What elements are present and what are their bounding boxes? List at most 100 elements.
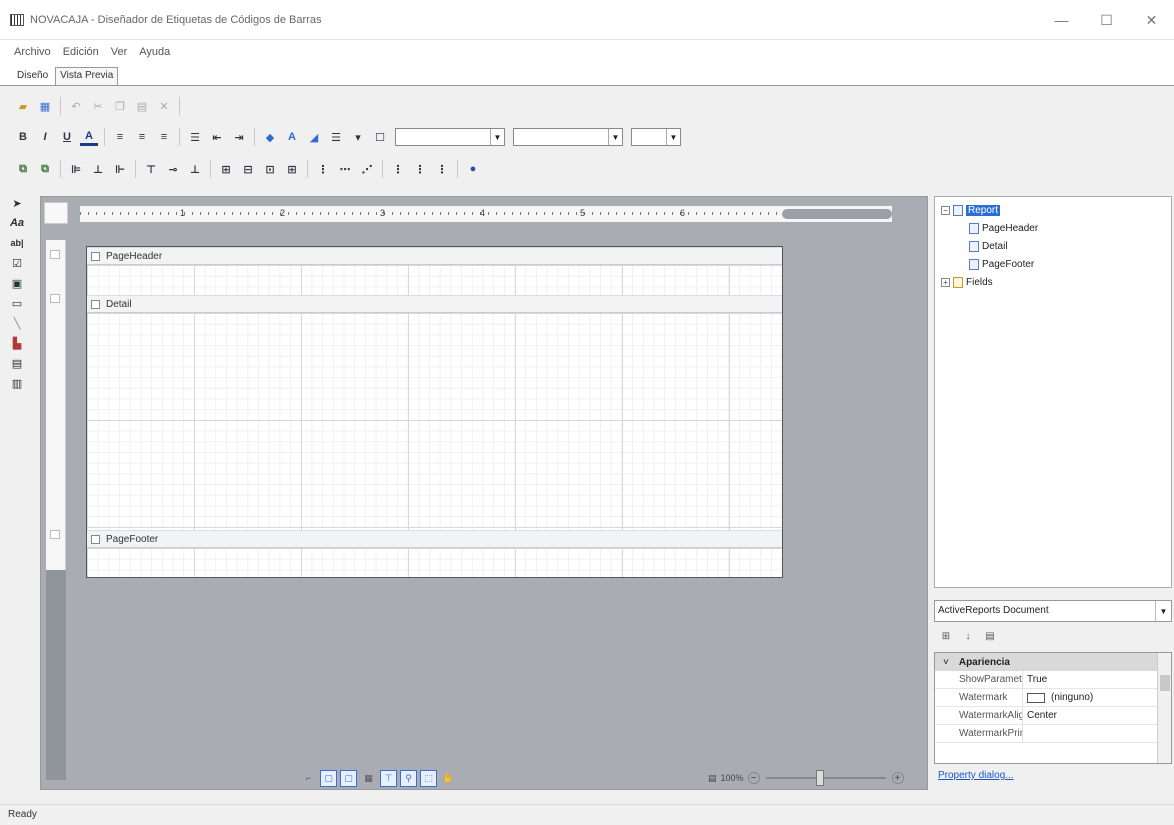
- property-scrollbar[interactable]: [1157, 653, 1171, 763]
- minimize-button[interactable]: —: [1039, 0, 1084, 40]
- tree-node-detail[interactable]: Detail: [969, 241, 1008, 252]
- maximize-button[interactable]: ☐: [1084, 0, 1129, 40]
- cut-icon[interactable]: ✂: [89, 97, 107, 115]
- property-row[interactable]: Watermark (ninguno): [935, 689, 1171, 707]
- chevron-down-icon[interactable]: ▼: [608, 129, 622, 145]
- property-dialog-link[interactable]: Property dialog...: [938, 770, 1014, 781]
- same-height-icon[interactable]: ⊟: [239, 160, 257, 178]
- save-icon[interactable]: ▦: [36, 97, 54, 115]
- scrollbar-thumb[interactable]: [1160, 675, 1170, 691]
- line-tool-icon[interactable]: ╲: [8, 314, 26, 332]
- paste-icon[interactable]: ▤: [133, 97, 151, 115]
- align-right-icon[interactable]: ≡: [155, 128, 173, 146]
- expand-icon[interactable]: +: [941, 278, 950, 287]
- ruler-guide-icon[interactable]: ⊤: [380, 769, 397, 787]
- chart-tool-icon[interactable]: ▙: [8, 334, 26, 352]
- h-spacing-equal-icon[interactable]: ⋮: [314, 160, 332, 178]
- align-centers-icon[interactable]: ⊥: [89, 160, 107, 178]
- align-center-icon[interactable]: ≡: [133, 128, 151, 146]
- collapse-box-icon[interactable]: [91, 251, 100, 261]
- property-value[interactable]: Center: [1023, 707, 1171, 724]
- lock-icon[interactable]: ●: [464, 160, 482, 178]
- delete-icon[interactable]: ✕: [155, 97, 173, 115]
- undo-icon[interactable]: ↶: [67, 97, 85, 115]
- same-size-icon[interactable]: ⊡: [261, 160, 279, 178]
- detail-area[interactable]: [87, 313, 782, 530]
- tab-preview[interactable]: Vista Previa: [55, 67, 119, 85]
- bold-button[interactable]: B: [14, 128, 32, 146]
- property-row[interactable]: ShowParamete True: [935, 671, 1171, 689]
- band-page-footer[interactable]: PageFooter: [87, 530, 782, 548]
- h-spacing-decrease-icon[interactable]: ⋰: [358, 160, 376, 178]
- two-page-icon[interactable]: ▢: [340, 769, 357, 787]
- line-style-icon[interactable]: ☰: [327, 128, 345, 146]
- align-bottoms-icon[interactable]: ⊥: [186, 160, 204, 178]
- label-tool[interactable]: Aa: [8, 214, 26, 232]
- tree-node-report[interactable]: − Report: [941, 205, 1001, 216]
- align-rights-icon[interactable]: ⊩: [111, 160, 129, 178]
- tree-node-fields[interactable]: + Fields: [941, 277, 993, 288]
- picture-tool-icon[interactable]: ▣: [8, 274, 26, 292]
- menu-edicion[interactable]: Edición: [57, 44, 105, 60]
- v-spacing-equal-icon[interactable]: ⋮: [389, 160, 407, 178]
- border-icon[interactable]: ☐: [371, 128, 389, 146]
- band-detail[interactable]: Detail: [87, 295, 782, 313]
- v-spacing-decrease-icon[interactable]: ⋮: [433, 160, 451, 178]
- menu-ayuda[interactable]: Ayuda: [133, 44, 176, 60]
- chevron-down-icon[interactable]: ▼: [666, 129, 680, 145]
- categorized-icon[interactable]: ⊞: [938, 628, 954, 644]
- align-lefts-icon[interactable]: ⊫: [67, 160, 85, 178]
- h-spacing-increase-icon[interactable]: ⋯: [336, 160, 354, 178]
- bullet-list-icon[interactable]: ☰: [186, 128, 204, 146]
- property-row[interactable]: WatermarkPrin: [935, 725, 1171, 743]
- chevron-down-icon[interactable]: ˅: [943, 657, 949, 668]
- band-page-header[interactable]: PageHeader: [87, 247, 782, 265]
- zoom-out-icon[interactable]: −: [747, 772, 760, 784]
- indent-icon[interactable]: ⇥: [230, 128, 248, 146]
- font-size-up-button[interactable]: A: [283, 128, 301, 146]
- align-tops-icon[interactable]: ⊤: [142, 160, 160, 178]
- property-value[interactable]: [1023, 725, 1171, 742]
- collapse-box-icon[interactable]: [91, 534, 100, 544]
- shape-tool-icon[interactable]: ▭: [8, 294, 26, 312]
- menu-archivo[interactable]: Archivo: [8, 44, 57, 60]
- corner-icon[interactable]: ⌐: [300, 770, 317, 787]
- font-color-button[interactable]: A: [80, 128, 98, 146]
- same-width-icon[interactable]: ⊞: [217, 160, 235, 178]
- fill-color-icon[interactable]: ◆: [261, 128, 279, 146]
- zoom-slider-thumb[interactable]: [815, 770, 824, 786]
- underline-button[interactable]: U: [58, 128, 76, 146]
- align-left-icon[interactable]: ≡: [111, 128, 129, 146]
- font-size-combo[interactable]: ▼: [513, 128, 623, 146]
- checkbox-tool-icon[interactable]: ☑: [8, 254, 26, 272]
- menu-ver[interactable]: Ver: [105, 44, 134, 60]
- font-name-combo[interactable]: ▼: [395, 128, 505, 146]
- property-row[interactable]: WatermarkAlig Center: [935, 707, 1171, 725]
- style-combo[interactable]: ▼: [631, 128, 681, 146]
- multi-page-icon[interactable]: ▦: [360, 770, 377, 787]
- alphabetical-icon[interactable]: ↓: [960, 628, 976, 644]
- select-tool-icon[interactable]: ⬚: [420, 769, 437, 787]
- zoom-in-icon[interactable]: +: [891, 772, 904, 784]
- line-color-icon[interactable]: ◢: [305, 128, 323, 146]
- category-apariencia[interactable]: ˅ Apariencia: [935, 653, 1171, 671]
- zoom-tool-icon[interactable]: ⚲: [400, 769, 417, 787]
- page-header-area[interactable]: [87, 265, 782, 295]
- outdent-icon[interactable]: ⇤: [208, 128, 226, 146]
- property-pages-icon[interactable]: ▤: [982, 628, 998, 644]
- report-page[interactable]: PageHeader Detail PageFooter: [86, 246, 783, 578]
- send-back-icon[interactable]: ⧉: [36, 160, 54, 178]
- hand-tool-icon[interactable]: ✋: [440, 770, 457, 787]
- property-value[interactable]: (ninguno): [1023, 689, 1171, 706]
- tree-node-page-header[interactable]: PageHeader: [969, 223, 1038, 234]
- chevron-down-icon[interactable]: ▼: [490, 129, 504, 145]
- ruler-margin-handle[interactable]: [782, 209, 892, 219]
- textbox-tool[interactable]: ab|: [8, 234, 26, 252]
- pointer-tool[interactable]: ➤: [8, 194, 26, 212]
- page-footer-area[interactable]: [87, 548, 782, 577]
- single-page-icon[interactable]: ▢: [320, 769, 337, 787]
- tab-design[interactable]: Diseño: [12, 67, 54, 85]
- open-folder-icon[interactable]: ▰: [14, 97, 32, 115]
- collapse-icon[interactable]: −: [941, 206, 950, 215]
- barcode-tool-icon[interactable]: ▤: [8, 354, 26, 372]
